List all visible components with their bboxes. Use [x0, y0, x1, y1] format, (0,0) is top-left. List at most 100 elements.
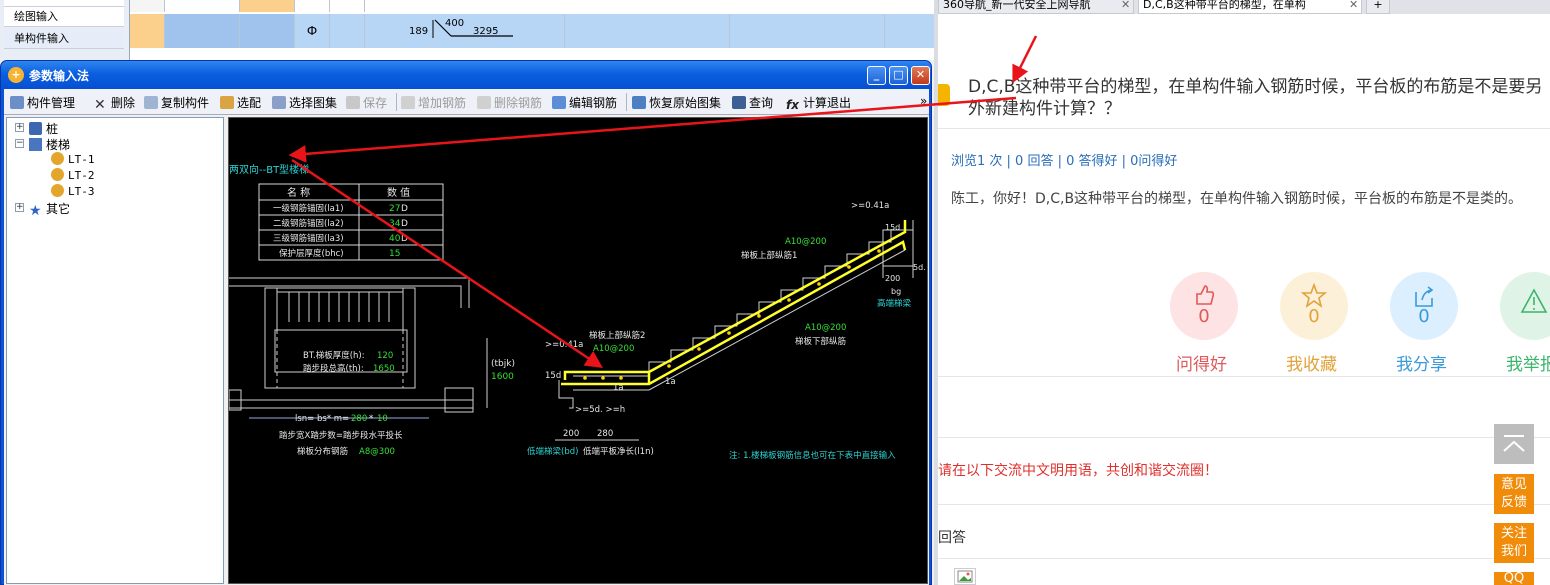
- stair-plan-view: [229, 277, 474, 419]
- tree-node-lt-2[interactable]: LT-2: [51, 168, 95, 184]
- stair-drawing-canvas[interactable]: 两双向--BT型楼梯 名 称 数 值 一级钢筋锚固(la1) 27 D 二级钢筋…: [228, 117, 928, 584]
- stair-rebar-lines: [561, 220, 907, 386]
- list-icon: [10, 96, 24, 109]
- stair-plan-treads: [288, 292, 390, 322]
- dialog-body: + 桩 − 楼梯 LT-1 LT-2 LT-3 + ★ 其它 两双向--BT型楼…: [4, 115, 929, 585]
- like-label[interactable]: 问得好: [1176, 350, 1227, 375]
- pile-icon: [29, 122, 42, 135]
- top-rebar2-label: 梯板上部纵筋2: [589, 330, 645, 341]
- follow-us-button[interactable]: 关注 我们: [1494, 523, 1534, 563]
- expand-toggle[interactable]: +: [15, 203, 24, 212]
- tab-label: 360导航_新一代安全上网导航: [943, 0, 1091, 11]
- dim-la-1: 1a: [613, 383, 624, 393]
- select-atlas-label: 选择图集: [289, 96, 338, 110]
- dialog-titlebar[interactable]: + 参数输入法 _ □ ✕: [1, 61, 931, 89]
- delete-button[interactable]: ✕ 删除: [94, 94, 135, 112]
- maximize-button[interactable]: □: [889, 66, 908, 85]
- like-button[interactable]: 0: [1170, 272, 1238, 340]
- favorite-label[interactable]: 我收藏: [1286, 350, 1337, 375]
- app-icon: +: [8, 67, 24, 83]
- tbjk-label: (tbjk): [491, 359, 515, 369]
- minimize-button[interactable]: _: [867, 66, 886, 85]
- table-cell-name: 二级钢筋锚固(la2): [273, 218, 344, 229]
- close-icon[interactable]: ✕: [1121, 0, 1133, 13]
- select-config-button[interactable]: 选配: [220, 94, 261, 110]
- report-label[interactable]: 我举报: [1506, 350, 1550, 375]
- toolbar-separator: [626, 93, 627, 111]
- question-stats: 浏览1 次 | 0 回答 | 0 答得好 | 0问得好: [951, 154, 1178, 169]
- dim-5d-right: 5d.: [913, 263, 926, 272]
- lsn-a: 280: [351, 414, 367, 424]
- expand-toggle[interactable]: +: [15, 123, 24, 132]
- sidebar-item-partial[interactable]: [4, 0, 124, 7]
- dim-041la-top: >=0.41a: [851, 201, 889, 211]
- plan-height-label: 踏步段总高(th):: [303, 363, 364, 374]
- divider: [938, 128, 1550, 129]
- save-button[interactable]: 保存: [346, 94, 387, 110]
- sidebar-item-drawing-input[interactable]: 绘图输入: [4, 7, 124, 27]
- edit-rebar-button[interactable]: 编辑钢筋: [552, 94, 617, 110]
- dialog-toolbar: 构件管理 ✕ 删除 复制构件 选配 选择图集 保存 增加钢筋 删除钢筋 编辑钢筋 …: [4, 89, 929, 115]
- table-row-selected[interactable]: Ф 189 400 3295: [130, 14, 934, 48]
- like-count: 0: [1198, 306, 1210, 327]
- table-cell-value: 40: [389, 234, 401, 244]
- dim-041la-left: >=0.41a: [545, 340, 583, 350]
- browser-tab-360[interactable]: 360导航_新一代安全上网导航 ✕: [938, 0, 1134, 14]
- select-config-label: 选配: [237, 96, 262, 110]
- favorite-button[interactable]: 0: [1280, 272, 1348, 340]
- shape-dim-c: 3295: [473, 26, 498, 37]
- bottom-rebar-label: 梯板下部纵筋: [795, 336, 846, 347]
- remove-rebar-button[interactable]: 删除钢筋: [477, 94, 542, 110]
- lsn-b: 10: [377, 414, 388, 424]
- insert-image-button[interactable]: [954, 568, 976, 585]
- browser-window: 360导航_新一代安全上网导航 ✕ D,C,B这种带平台的梯型，在单构 ✕ + …: [934, 0, 1550, 585]
- dim-15d-left: 15d: [545, 371, 561, 381]
- stairs-icon: [29, 138, 42, 151]
- copy-component-button[interactable]: 复制构件: [144, 94, 209, 110]
- report-button[interactable]: [1500, 272, 1550, 340]
- qq-button[interactable]: QQ: [1494, 572, 1534, 585]
- tree-node-label: LT-3: [68, 185, 95, 198]
- rebar-spec-c: A10@200: [593, 344, 634, 354]
- sidebar-item-label: 单构件输入: [14, 32, 69, 45]
- browser-tab-question[interactable]: D,C,B这种带平台的梯型，在单构 ✕: [1138, 0, 1362, 14]
- divider: [938, 504, 1550, 505]
- new-tab-button[interactable]: +: [1366, 0, 1390, 14]
- shape-dim-b: 400: [445, 18, 464, 29]
- share-label[interactable]: 我分享: [1396, 350, 1447, 375]
- calc-exit-button[interactable]: fx 计算退出: [786, 94, 851, 112]
- shape-dim-a: 189: [409, 26, 428, 37]
- tree-node-label: 其它: [46, 202, 71, 216]
- save-label: 保存: [363, 96, 388, 110]
- restore-atlas-button[interactable]: 恢复原始图集: [632, 94, 721, 110]
- query-button[interactable]: 查询: [732, 94, 773, 110]
- table-cell-unit: D: [401, 204, 408, 214]
- low-beam-label: 低端梯梁(bd): [527, 446, 578, 457]
- edit-icon: [552, 96, 566, 109]
- divider: [938, 558, 1550, 559]
- remove-rebar-label: 删除钢筋: [494, 96, 543, 110]
- plan-height-value: 1650: [373, 364, 395, 374]
- table-header-value: 数 值: [387, 186, 410, 199]
- civility-notice: 请在以下交流中文明用语，共创和谐交流圈！: [938, 463, 1218, 479]
- toolbar-overflow-button[interactable]: »: [920, 94, 927, 110]
- table-cell-value: 27: [389, 204, 400, 214]
- select-atlas-button[interactable]: 选择图集: [272, 94, 337, 110]
- tree-node-lt-1[interactable]: LT-1: [51, 152, 95, 168]
- collapse-toggle[interactable]: −: [15, 139, 24, 148]
- tree-node-label: 楼梯: [46, 138, 71, 152]
- component-mgmt-button[interactable]: 构件管理: [10, 94, 75, 110]
- add-rebar-button[interactable]: 增加钢筋: [401, 94, 466, 110]
- sidebar-item-single-component-input[interactable]: 单构件输入: [4, 29, 124, 49]
- back-to-top-button[interactable]: [1494, 424, 1534, 464]
- toolbar-separator: [396, 93, 397, 111]
- tree-node-lt-3[interactable]: LT-3: [51, 184, 95, 200]
- step-text: 踏步宽X踏步数=踏步段水平投长: [279, 430, 403, 441]
- close-icon[interactable]: ✕: [1349, 0, 1361, 13]
- rebar-shape-sketch: 189 400 3295: [409, 18, 513, 38]
- share-button[interactable]: 0: [1390, 272, 1458, 340]
- rebar-spec-a: A10@200: [785, 237, 826, 247]
- feedback-button[interactable]: 意见 反馈: [1494, 474, 1534, 514]
- close-button[interactable]: ✕: [911, 66, 930, 85]
- sidebar-item-label: 绘图输入: [14, 10, 58, 23]
